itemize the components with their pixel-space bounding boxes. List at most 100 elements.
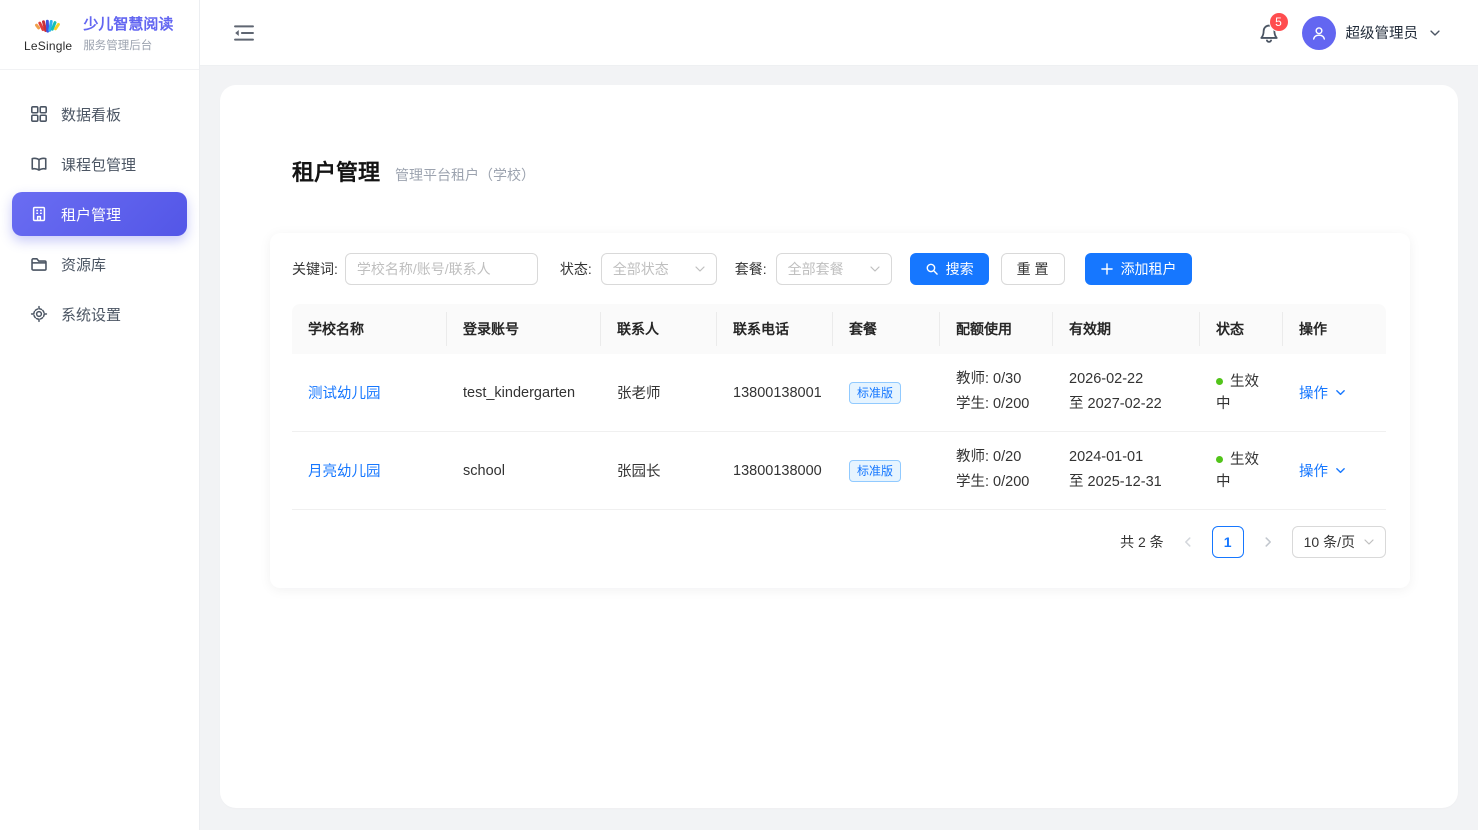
user-name: 超级管理员: [1346, 22, 1419, 43]
account-cell: test_kindergarten: [447, 354, 601, 431]
chevron-down-icon: [1364, 539, 1374, 545]
page-header: 租户管理 管理平台租户（学校）: [270, 155, 1410, 187]
notification-badge: 5: [1270, 13, 1288, 31]
col-school-name: 学校名称: [292, 304, 447, 354]
status-select[interactable]: 全部状态: [601, 253, 717, 285]
chevron-down-icon: [1428, 26, 1442, 40]
search-button[interactable]: 搜索: [910, 253, 989, 285]
folder-icon: [30, 255, 48, 273]
sidebar-collapse-button[interactable]: [233, 22, 255, 44]
table-row: 测试幼儿园 test_kindergarten 张老师 13800138001 …: [292, 354, 1386, 432]
phone-cell: 13800138000: [717, 432, 833, 509]
validity-cell: 2024-01-01 至 2025-12-31: [1053, 432, 1200, 509]
pagination-next-button[interactable]: [1261, 535, 1275, 549]
validity-cell: 2026-02-22 至 2027-02-22: [1053, 354, 1200, 431]
gear-icon: [30, 305, 48, 323]
sidebar-item-dashboard[interactable]: 数据看板: [12, 92, 187, 136]
logo-mark: LeSingle: [24, 16, 72, 53]
account-cell: school: [447, 432, 601, 509]
user-icon: [1309, 23, 1329, 43]
valid-from: 2024-01-01: [1069, 448, 1143, 468]
chevron-down-icon: [695, 266, 705, 272]
sidebar-item-label: 课程包管理: [61, 154, 136, 175]
contact-cell: 张老师: [601, 354, 717, 431]
row-actions-label: 操作: [1299, 382, 1328, 403]
sidebar: LeSingle 少儿智慧阅读 服务管理后台 数据看板 课程包管理: [0, 0, 200, 830]
notifications-button[interactable]: 5: [1258, 22, 1280, 44]
plan-select[interactable]: 全部套餐: [776, 253, 892, 285]
chevron-left-icon: [1181, 535, 1195, 549]
pagination-total: 共 2 条: [1120, 532, 1164, 552]
table-header-row: 学校名称 登录账号 联系人 联系电话 套餐 配额使用 有效期 状态 操作: [292, 304, 1386, 354]
filter-bar: 关键词: 状态: 全部状态 套餐: 全部套餐 搜索: [292, 233, 1386, 285]
pagination-prev-button[interactable]: [1181, 535, 1195, 549]
quota-student: 学生: 0/200: [956, 473, 1029, 493]
add-tenant-button-label: 添加租户: [1121, 259, 1177, 279]
brand-logo: LeSingle 少儿智慧阅读 服务管理后台: [0, 0, 199, 70]
quota-cell: 教师: 0/20 学生: 0/200: [940, 432, 1053, 509]
brand-text: 少儿智慧阅读 服务管理后台: [83, 16, 173, 53]
brand-subtitle: 服务管理后台: [83, 37, 173, 53]
quota-teacher: 教师: 0/20: [956, 448, 1021, 468]
tenant-panel: 关键词: 状态: 全部状态 套餐: 全部套餐 搜索: [270, 233, 1410, 588]
plan-badge: 标准版: [849, 460, 901, 482]
col-status: 状态: [1200, 304, 1283, 354]
logo-wordmark: LeSingle: [24, 39, 72, 53]
tenant-table: 学校名称 登录账号 联系人 联系电话 套餐 配额使用 有效期 状态 操作 测试幼…: [292, 304, 1386, 510]
main-content: 租户管理 管理平台租户（学校） 关键词: 状态: 全部状态 套餐: 全部套餐: [200, 66, 1478, 830]
plan-badge: 标准版: [849, 382, 901, 404]
quota-cell: 教师: 0/30 学生: 0/200: [940, 354, 1053, 431]
header-right: 5 超级管理员: [1258, 16, 1443, 50]
school-name-link[interactable]: 月亮幼儿园: [308, 460, 381, 481]
sidebar-item-tenants[interactable]: 租户管理: [12, 192, 187, 236]
avatar: [1302, 16, 1336, 50]
row-actions-dropdown[interactable]: 操作: [1299, 382, 1347, 403]
row-actions-dropdown[interactable]: 操作: [1299, 460, 1347, 481]
sidebar-item-label: 系统设置: [61, 304, 121, 325]
brand-title: 少儿智慧阅读: [83, 16, 173, 34]
sidebar-item-label: 数据看板: [61, 104, 121, 125]
keyword-input[interactable]: [345, 253, 538, 285]
chevron-right-icon: [1261, 535, 1275, 549]
school-name-link[interactable]: 测试幼儿园: [308, 382, 381, 403]
page-title: 租户管理: [292, 155, 380, 187]
status-badge: 生效中: [1216, 371, 1267, 415]
page-subtitle: 管理平台租户（学校）: [395, 165, 535, 185]
page-card: 租户管理 管理平台租户（学校） 关键词: 状态: 全部状态 套餐: 全部套餐: [220, 85, 1458, 808]
menu-fold-icon: [233, 22, 255, 44]
quota-teacher: 教师: 0/30: [956, 370, 1021, 390]
chevron-down-icon: [1334, 464, 1347, 477]
top-header: 5 超级管理员: [200, 0, 1478, 66]
search-button-label: 搜索: [946, 259, 974, 279]
reset-button[interactable]: 重 置: [1001, 253, 1065, 285]
search-icon: [925, 262, 939, 276]
col-validity: 有效期: [1053, 304, 1200, 354]
col-contact: 联系人: [601, 304, 717, 354]
building-icon: [30, 205, 48, 223]
valid-from: 2026-02-22: [1069, 370, 1143, 390]
page-size-select[interactable]: 10 条/页: [1292, 526, 1386, 558]
status-select-value: 全部状态: [613, 259, 669, 279]
plan-select-value: 全部套餐: [788, 259, 844, 279]
keyword-label: 关键词:: [292, 259, 338, 279]
sidebar-item-label: 资源库: [61, 254, 106, 275]
page-size-value: 10 条/页: [1304, 532, 1355, 552]
row-actions-label: 操作: [1299, 460, 1328, 481]
valid-to: 至 2027-02-22: [1069, 395, 1162, 415]
quota-student: 学生: 0/200: [956, 395, 1029, 415]
status-dot: [1216, 456, 1223, 463]
add-tenant-button[interactable]: 添加租户: [1085, 253, 1192, 285]
sidebar-item-settings[interactable]: 系统设置: [12, 292, 187, 336]
logo-bars-icon: [26, 16, 70, 40]
col-actions: 操作: [1283, 304, 1386, 354]
user-menu[interactable]: 超级管理员: [1302, 16, 1443, 50]
col-quota: 配额使用: [940, 304, 1053, 354]
sidebar-item-resources[interactable]: 资源库: [12, 242, 187, 286]
chevron-down-icon: [1334, 386, 1347, 399]
sidebar-item-course-packages[interactable]: 课程包管理: [12, 142, 187, 186]
valid-to: 至 2025-12-31: [1069, 473, 1162, 493]
status-dot: [1216, 378, 1223, 385]
reset-button-label: 重 置: [1017, 259, 1049, 279]
col-plan: 套餐: [833, 304, 940, 354]
pagination-page-1[interactable]: 1: [1212, 526, 1244, 558]
